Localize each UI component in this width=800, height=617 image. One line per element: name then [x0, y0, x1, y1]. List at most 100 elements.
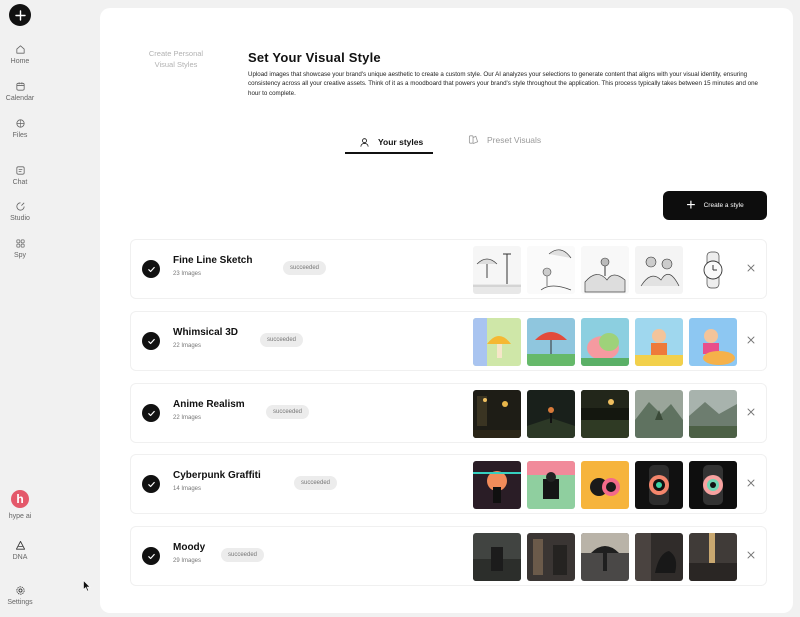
breadcrumb-line: Visual Styles — [154, 60, 198, 69]
chat-icon — [15, 166, 25, 175]
tab-your-styles[interactable]: Your styles — [345, 132, 433, 154]
breadcrumb-line: Create Personal — [148, 49, 204, 58]
style-image-count: 22 Images — [173, 415, 202, 421]
thumbnail-strip — [473, 533, 737, 581]
check-icon — [142, 475, 160, 493]
sidebar-item-label: Settings — [7, 599, 33, 606]
sidebar-item-label: Chat — [12, 179, 28, 186]
style-thumbnail[interactable] — [473, 461, 521, 509]
style-thumbnail[interactable] — [635, 246, 683, 294]
style-row[interactable]: Cyberpunk Graffiti 14 Images succeeded — [130, 454, 767, 514]
workspace-switcher[interactable]: h hype ai — [0, 490, 40, 520]
status-badge: succeeded — [221, 548, 265, 562]
status-badge: succeeded — [260, 333, 304, 347]
style-thumbnail[interactable] — [581, 318, 629, 366]
style-thumbnail[interactable] — [581, 390, 629, 438]
sidebar-item-label: Home — [10, 58, 30, 65]
style-thumbnail[interactable] — [635, 318, 683, 366]
sidebar-item-calendar[interactable]: Calendar — [0, 81, 40, 102]
sidebar-item-settings[interactable]: Settings — [0, 585, 40, 606]
style-row[interactable]: Fine Line Sketch 23 Images succeeded — [130, 239, 767, 299]
new-button[interactable] — [9, 4, 31, 26]
files-icon — [15, 119, 25, 128]
style-thumbnail[interactable] — [689, 246, 737, 294]
style-thumbnail[interactable] — [527, 533, 575, 581]
thumbnail-strip — [473, 461, 737, 509]
page-description: Upload images that showcase your brand's… — [248, 71, 758, 97]
style-thumbnail[interactable] — [581, 461, 629, 509]
status-badge: succeeded — [283, 261, 327, 275]
style-name: Cyberpunk Graffiti — [173, 470, 261, 481]
create-style-button[interactable]: + Create a style — [663, 191, 767, 220]
style-name: Fine Line Sketch — [173, 255, 253, 266]
spy-icon — [15, 239, 25, 248]
style-thumbnail[interactable] — [527, 318, 575, 366]
style-name: Whimsical 3D — [173, 327, 239, 338]
check-icon — [142, 547, 160, 565]
calendar-icon — [15, 82, 25, 91]
style-thumbnail[interactable] — [581, 533, 629, 581]
sidebar-item-spy[interactable]: Spy — [0, 238, 40, 259]
tab-preset-visuals[interactable]: Preset Visuals — [468, 134, 541, 145]
style-thumbnail[interactable] — [473, 318, 521, 366]
close-icon[interactable] — [745, 262, 757, 274]
style-thumbnail[interactable] — [527, 246, 575, 294]
style-thumbnail[interactable] — [689, 318, 737, 366]
style-thumbnail[interactable] — [473, 390, 521, 438]
style-thumbnail[interactable] — [689, 533, 737, 581]
studio-icon — [15, 202, 25, 211]
style-row[interactable]: Moody 29 Images succeeded — [130, 526, 767, 586]
sidebar-item-label: DNA — [12, 554, 28, 561]
page-title: Set Your Visual Style — [248, 50, 381, 65]
style-row[interactable]: Whimsical 3D 22 Images succeeded — [130, 311, 767, 371]
style-image-count: 14 Images — [173, 486, 202, 492]
palette-icon — [468, 135, 479, 145]
style-thumbnail[interactable] — [689, 390, 737, 438]
sidebar-item-label: Spy — [13, 252, 27, 259]
plus-icon — [14, 9, 26, 21]
dna-icon — [15, 540, 25, 550]
create-style-label: Create a style — [703, 202, 744, 209]
check-icon — [142, 260, 160, 278]
gear-icon — [15, 586, 25, 595]
main-panel: Create Personal Visual Styles Set Your V… — [100, 8, 793, 613]
style-thumbnail[interactable] — [527, 390, 575, 438]
style-thumbnail[interactable] — [527, 461, 575, 509]
thumbnail-strip — [473, 390, 737, 438]
sidebar-item-files[interactable]: Files — [0, 118, 40, 139]
workspace-label: hype ai — [8, 513, 32, 520]
style-image-count: 23 Images — [173, 271, 202, 277]
check-icon — [142, 404, 160, 422]
status-badge: succeeded — [294, 476, 338, 490]
mouse-cursor-icon — [83, 580, 91, 592]
thumbnail-strip — [473, 246, 737, 294]
close-icon[interactable] — [745, 549, 757, 561]
status-badge: succeeded — [266, 405, 310, 419]
style-thumbnail[interactable] — [581, 246, 629, 294]
tab-label: Your styles — [378, 137, 424, 147]
style-thumbnail[interactable] — [635, 533, 683, 581]
style-row[interactable]: Anime Realism 22 Images succeeded — [130, 383, 767, 443]
sidebar-item-studio[interactable]: Studio — [0, 201, 40, 222]
sidebar: Home Calendar Files Chat Studio Spy h hy… — [0, 0, 40, 617]
tab-label: Preset Visuals — [487, 134, 542, 145]
sidebar-item-label: Studio — [10, 215, 30, 222]
sidebar-item-chat[interactable]: Chat — [0, 165, 40, 186]
sidebar-item-label: Files — [12, 132, 28, 139]
style-thumbnail[interactable] — [689, 461, 737, 509]
style-thumbnail[interactable] — [473, 246, 521, 294]
sidebar-item-label: Calendar — [5, 95, 35, 102]
style-image-count: 22 Images — [173, 343, 202, 349]
close-icon[interactable] — [745, 334, 757, 346]
style-image-count: 29 Images — [173, 558, 202, 564]
style-thumbnail[interactable] — [635, 390, 683, 438]
sidebar-item-home[interactable]: Home — [0, 44, 40, 65]
close-icon[interactable] — [745, 406, 757, 418]
style-name: Anime Realism — [173, 399, 245, 410]
sidebar-item-dna[interactable]: DNA — [0, 540, 40, 561]
avatar: h — [11, 490, 29, 508]
style-thumbnail[interactable] — [473, 533, 521, 581]
breadcrumb: Create Personal Visual Styles — [100, 48, 252, 70]
style-thumbnail[interactable] — [635, 461, 683, 509]
close-icon[interactable] — [745, 477, 757, 489]
